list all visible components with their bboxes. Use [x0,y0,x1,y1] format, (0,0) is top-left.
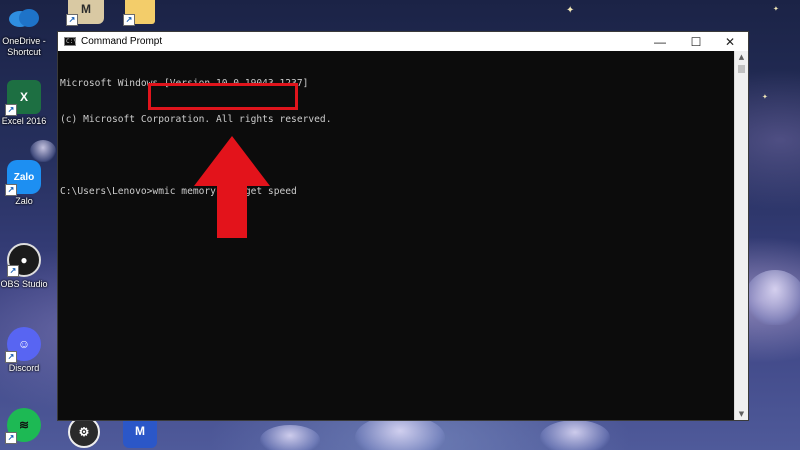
minimize-button[interactable]: — [642,32,678,51]
shortcut-arrow-icon: ↗ [5,351,17,363]
excel-icon: X ↗ [5,80,41,116]
maximize-button[interactable]: ☐ [678,32,714,51]
shortcut-arrow-icon: ↗ [66,14,78,26]
jellyfish-decoration [540,420,610,450]
star-decoration: ✦ [773,5,779,13]
scroll-down-arrow-icon[interactable]: ▼ [735,408,748,420]
zalo-icon: Zalo ↗ [5,160,41,196]
command-line: C:\Users\Lenovo>wmic memorychip get spee… [60,186,297,197]
shortcut-arrow-icon: ↗ [5,104,17,116]
discord-icon: ☺ ↗ [5,327,41,363]
cmd-icon: C:\ [64,37,77,46]
excel-icon[interactable]: X ↗ Excel 2016 [0,80,48,127]
star-decoration: ✦ [762,93,768,101]
icon-label: OneDrive - Shortcut [2,36,46,57]
jellyfish-decoration [260,425,320,450]
obs-studio-icon: ● ↗ [7,243,41,277]
app-tile-icon: M ↗ [66,0,104,26]
window-title: Command Prompt [81,36,163,47]
shortcut-arrow-icon: ↗ [7,265,19,277]
spotify-icon[interactable]: ≋ ↗ [0,408,48,444]
command-highlight-box [148,83,298,110]
scroll-up-arrow-icon[interactable]: ▲ [735,51,748,63]
obs-studio-icon[interactable]: ● ↗ OBS Studio [0,243,48,290]
icon-label: Zalo [15,196,33,206]
onedrive-shortcut-icon[interactable]: OneDrive - Shortcut [0,0,48,58]
discord-icon[interactable]: ☺ ↗ Discord [0,327,48,374]
cloud-icon [9,9,39,27]
cloud-icon [7,0,41,34]
jellyfish-decoration [30,140,56,162]
folder-icon: ↗ [123,0,155,26]
scroll-thumb[interactable] [738,65,745,73]
command-prompt-window[interactable]: C:\ Command Prompt — ☐ ✕ Microsoft Windo… [57,31,749,421]
shortcut-arrow-icon: ↗ [5,432,17,444]
shortcut-arrow-icon: ↗ [123,14,135,26]
window-titlebar[interactable]: C:\ Command Prompt — ☐ ✕ [58,32,748,51]
up-arrow-icon [194,136,270,238]
close-button[interactable]: ✕ [712,32,748,51]
console-line: (c) Microsoft Corporation. All rights re… [60,114,332,125]
spotify-icon: ≋ ↗ [5,408,41,444]
icon-label: Excel 2016 [1,116,47,126]
icon-label: Discord [8,363,40,373]
app-tile-icon[interactable]: M ↗ [62,0,110,26]
icon-label: OBS Studio [0,279,48,289]
vertical-scrollbar[interactable]: ▲ ▼ [734,51,748,420]
shortcut-arrow-icon: ↗ [5,184,17,196]
folder-icon[interactable]: ↗ [116,0,164,26]
star-decoration: ✦ [566,5,575,16]
zalo-icon[interactable]: Zalo ↗ Zalo [0,160,48,207]
jellyfish-decoration [745,270,800,325]
